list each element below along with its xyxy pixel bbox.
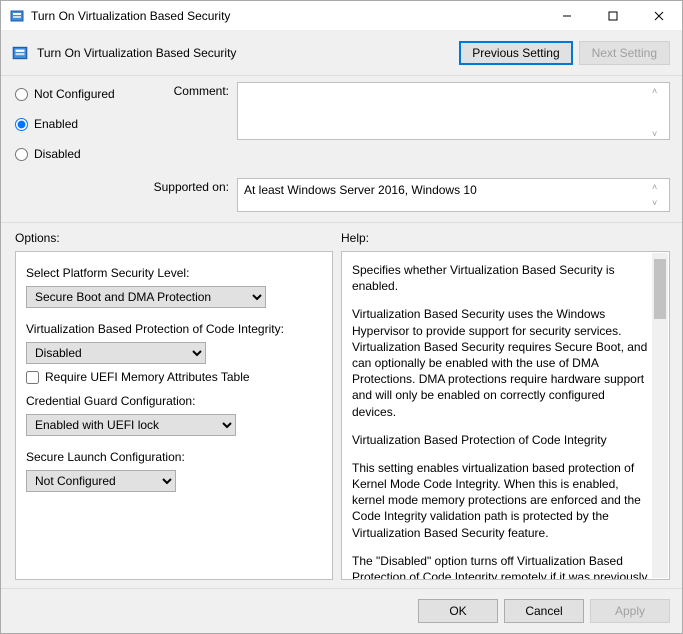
policy-header: Turn On Virtualization Based Security Pr… [1,31,682,76]
state-radios: Not Configured Enabled Disabled [15,82,155,174]
vbpci-dropdown[interactable]: Disabled [26,342,206,364]
supported-on-field: At least Windows Server 2016, Windows 10 [237,178,670,212]
options-panel: Select Platform Security Level: Secure B… [15,251,333,580]
help-p1: Specifies whether Virtualization Based S… [352,262,649,294]
apply-button: Apply [590,599,670,623]
cred-guard-label: Credential Guard Configuration: [26,394,322,408]
uefi-mat-checkbox[interactable] [26,371,39,384]
radio-enabled-input[interactable] [15,118,28,131]
supported-scroll-indicator: ˄˅ [652,178,666,212]
cancel-button[interactable]: Cancel [504,599,584,623]
help-panel: Specifies whether Virtualization Based S… [341,251,670,580]
radio-not-configured-input[interactable] [15,88,28,101]
supported-row: Supported on: At least Windows Server 20… [1,174,682,223]
uefi-mat-label: Require UEFI Memory Attributes Table [45,370,250,384]
close-button[interactable] [636,1,682,31]
comment-field[interactable] [237,82,670,140]
window-title: Turn On Virtualization Based Security [31,9,544,23]
help-scrollbar[interactable] [652,253,668,578]
help-label: Help: [341,231,670,245]
uefi-mat-checkbox-row[interactable]: Require UEFI Memory Attributes Table [26,370,322,384]
vbpci-label: Virtualization Based Protection of Code … [26,322,322,336]
dialog-buttons: OK Cancel Apply [1,588,682,633]
platform-level-dropdown[interactable]: Secure Boot and DMA Protection [26,286,266,308]
policy-title: Turn On Virtualization Based Security [37,46,453,60]
secure-launch-dropdown[interactable]: Not Configured [26,470,176,492]
minimize-button[interactable] [544,1,590,31]
radio-enabled[interactable]: Enabled [15,114,155,134]
radio-disabled-label: Disabled [34,147,81,161]
titlebar: Turn On Virtualization Based Security [1,1,682,31]
policy-icon [11,44,29,62]
previous-setting-button[interactable]: Previous Setting [459,41,572,65]
help-scrollbar-thumb[interactable] [654,259,666,319]
secure-launch-label: Secure Launch Configuration: [26,450,322,464]
help-p2: Virtualization Based Security uses the W… [352,306,649,419]
supported-on-text: At least Windows Server 2016, Windows 10 [244,183,477,197]
supported-on-label: Supported on: [15,178,237,212]
main-columns: Select Platform Security Level: Secure B… [1,251,682,588]
maximize-button[interactable] [590,1,636,31]
next-setting-button: Next Setting [579,41,670,65]
options-label: Options: [15,231,341,245]
radio-disabled[interactable]: Disabled [15,144,155,164]
state-row: Not Configured Enabled Disabled Comment:… [1,76,682,174]
ok-button[interactable]: OK [418,599,498,623]
radio-not-configured[interactable]: Not Configured [15,84,155,104]
cred-guard-dropdown[interactable]: Enabled with UEFI lock [26,414,236,436]
help-p3: Virtualization Based Protection of Code … [352,432,649,448]
radio-enabled-label: Enabled [34,117,78,131]
comment-scroll-indicator: ˄˅ [652,82,666,143]
dialog-window: Turn On Virtualization Based Security Tu… [0,0,683,634]
section-labels: Options: Help: [1,223,682,251]
help-p5: The "Disabled" option turns off Virtuali… [352,553,649,580]
radio-disabled-input[interactable] [15,148,28,161]
help-p4: This setting enables virtualization base… [352,460,649,541]
app-icon [9,8,25,24]
platform-level-label: Select Platform Security Level: [26,266,322,280]
comment-label: Comment: [155,82,237,174]
radio-not-configured-label: Not Configured [34,87,115,101]
